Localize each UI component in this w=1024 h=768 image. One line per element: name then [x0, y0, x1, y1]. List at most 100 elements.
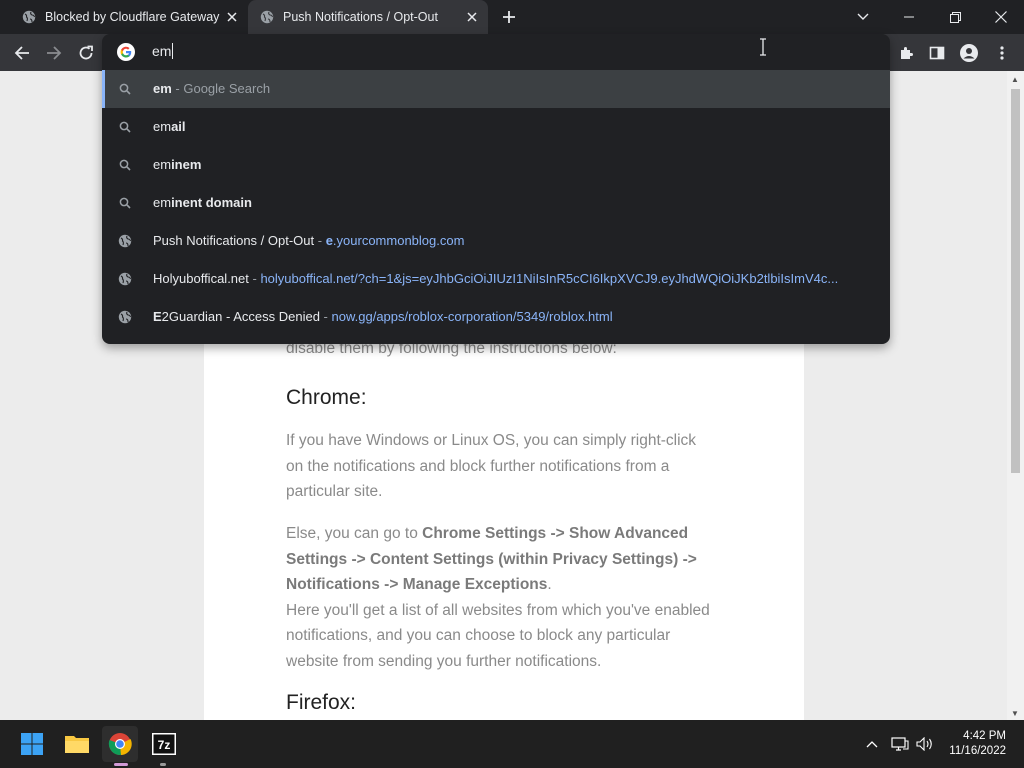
- suggestion-email[interactable]: email: [102, 108, 890, 146]
- suggestion-query: em: [153, 81, 172, 96]
- reload-icon: [79, 45, 93, 60]
- suggestion-url: e.yourcommonblog.com: [326, 233, 465, 248]
- new-tab-button[interactable]: [499, 7, 519, 27]
- more-icon: [1000, 46, 1004, 60]
- suggestion-text: Push Notifications / Opt-Out - e.yourcom…: [153, 233, 464, 248]
- suggestion-prefix: em: [153, 157, 172, 172]
- tab-search-button[interactable]: [840, 0, 886, 34]
- paragraph-end: .: [547, 576, 552, 593]
- suggestion-completion: inem: [171, 157, 202, 172]
- search-icon: [118, 82, 132, 96]
- search-icon: [118, 120, 132, 134]
- profile-button[interactable]: [956, 40, 982, 66]
- back-button[interactable]: [9, 40, 35, 66]
- suggestion-completion: ail: [171, 119, 186, 134]
- scroll-thumb[interactable]: [1011, 89, 1020, 473]
- minimize-button[interactable]: [886, 0, 932, 34]
- close-icon[interactable]: [224, 9, 240, 25]
- extensions-icon: [901, 47, 913, 59]
- window-close-icon: [995, 11, 1007, 23]
- suggestion-text: Holyuboffical.net - holyuboffical.net/?c…: [153, 271, 838, 286]
- reload-button[interactable]: [73, 40, 99, 66]
- suggestion-eminem[interactable]: eminem: [102, 146, 890, 184]
- tray-overflow-button[interactable]: [862, 734, 882, 754]
- omnibox-dropdown: em em - Google Search email eminem emine…: [102, 34, 890, 344]
- tab-strip: Blocked by Cloudflare Gateway Push Notif…: [0, 0, 1024, 34]
- plus-icon: [503, 11, 515, 23]
- suggestion-separator: -: [319, 309, 332, 324]
- paragraph-lead: Else, you can go to: [286, 525, 423, 542]
- globe-icon: [22, 10, 36, 24]
- suggestion-text: eminem: [153, 157, 201, 172]
- extensions-button[interactable]: [893, 40, 919, 66]
- globe-icon: [118, 234, 132, 248]
- suggestion-prefix: em: [153, 195, 172, 210]
- globe-icon: [118, 310, 132, 324]
- suggestion-prefix: em: [153, 119, 172, 134]
- scroll-down-arrow[interactable]: ▼: [1011, 709, 1019, 718]
- chrome-taskbar-button[interactable]: [102, 726, 138, 762]
- svg-text:7z: 7z: [158, 738, 171, 752]
- start-button[interactable]: [14, 726, 50, 762]
- page-scrollbar[interactable]: ▲ ▼: [1007, 71, 1024, 720]
- clock-date: 11/16/2022: [949, 745, 1006, 757]
- tray-chevron-icon: [866, 741, 878, 748]
- file-explorer-button[interactable]: [59, 726, 95, 762]
- chevron-down-icon: [857, 13, 869, 20]
- url-rest: .yourcommonblog.com: [332, 233, 465, 248]
- profile-icon: [960, 44, 978, 62]
- 7zip-icon: 7z: [152, 733, 176, 755]
- network-button[interactable]: [890, 734, 910, 754]
- restore-icon: [949, 11, 961, 23]
- search-icon: [118, 158, 132, 172]
- suggestion-text: em - Google Search: [153, 81, 270, 96]
- more-menu-button[interactable]: [989, 40, 1015, 66]
- taskbar-clock[interactable]: 4:42 PM 11/16/2022: [949, 729, 1006, 759]
- forward-button[interactable]: [41, 40, 67, 66]
- text-caret: [172, 43, 174, 59]
- 7zip-taskbar-button[interactable]: 7z: [146, 726, 182, 762]
- google-icon: [117, 43, 135, 61]
- 7zip-running-indicator: [160, 763, 166, 766]
- suggestion-history-holyuboffical[interactable]: Holyuboffical.net - holyuboffical.net/?c…: [102, 260, 890, 298]
- suggestion-eminent-domain[interactable]: eminent domain: [102, 184, 890, 222]
- windows-taskbar: 7z 4:42 PM 11/16/2022: [0, 720, 1024, 768]
- suggestion-url: now.gg/apps/roblox-corporation/5349/robl…: [331, 309, 613, 324]
- side-panel-button[interactable]: [924, 40, 950, 66]
- window-close-button[interactable]: [978, 0, 1024, 34]
- paragraph-chrome-3: Here you'll get a list of all websites f…: [286, 601, 710, 670]
- omnibox-input[interactable]: em: [152, 43, 174, 59]
- suggestion-history-push-notifications[interactable]: Push Notifications / Opt-Out - e.yourcom…: [102, 222, 890, 260]
- paragraph-chrome-1: If you have Windows or Linux OS, you can…: [286, 432, 697, 500]
- chrome-active-indicator: [114, 763, 128, 766]
- clock-time: 4:42 PM: [963, 730, 1006, 742]
- globe-icon: [118, 272, 132, 286]
- heading-chrome: Chrome:: [286, 386, 367, 409]
- minimize-icon: [904, 16, 914, 18]
- side-panel-icon: [929, 46, 945, 60]
- suggestion-completion: inent domain: [171, 195, 252, 210]
- suggestion-title: Push Notifications / Opt-Out: [153, 233, 315, 248]
- tab-title: Push Notifications / Opt-Out: [283, 10, 438, 24]
- volume-button[interactable]: [915, 734, 935, 754]
- file-explorer-icon: [65, 736, 89, 753]
- network-icon: [891, 737, 909, 751]
- scroll-up-arrow[interactable]: ▲: [1011, 75, 1019, 84]
- suggestion-text: E2Guardian - Access Denied - now.gg/apps…: [153, 309, 613, 324]
- suggestion-text: email: [153, 119, 186, 134]
- suggestion-url: holyuboffical.net/?ch=1&js=eyJhbGciOiJIU…: [260, 271, 839, 286]
- tab-blocked-cloudflare[interactable]: Blocked by Cloudflare Gateway: [0, 0, 248, 34]
- suggestion-separator: -: [314, 233, 326, 248]
- suggestion-separator: -: [248, 271, 261, 286]
- omnibox[interactable]: em: [102, 34, 890, 70]
- omnibox-typed-text: em: [152, 43, 172, 59]
- suggestion-history-e2guardian[interactable]: E2Guardian - Access Denied - now.gg/apps…: [102, 298, 890, 336]
- suggestion-hint: - Google Search: [171, 81, 271, 96]
- globe-icon: [260, 10, 274, 24]
- restore-button[interactable]: [932, 0, 978, 34]
- close-icon[interactable]: [464, 9, 480, 25]
- suggestion-search-em[interactable]: em - Google Search: [102, 70, 890, 108]
- title-match: E: [153, 309, 162, 324]
- tab-title: Blocked by Cloudflare Gateway: [45, 10, 220, 24]
- tab-push-notifications[interactable]: Push Notifications / Opt-Out: [248, 0, 488, 34]
